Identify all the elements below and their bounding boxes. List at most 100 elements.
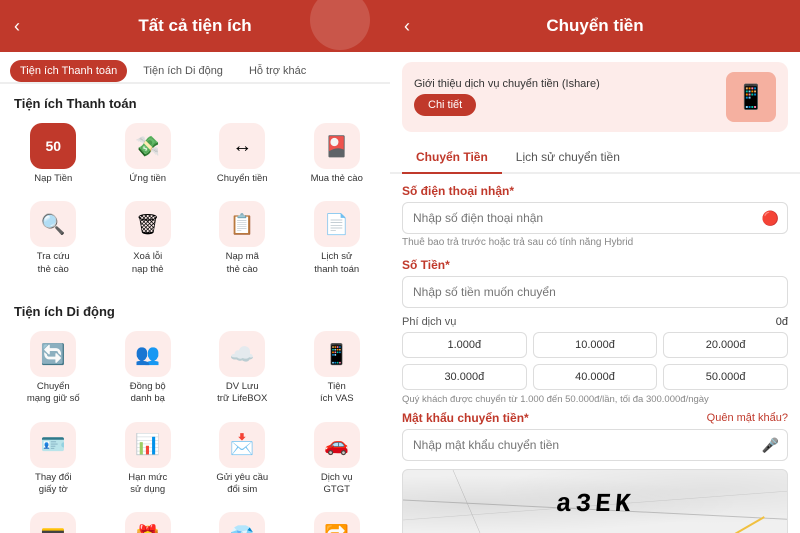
header-decoration (310, 0, 370, 50)
sim-dep-icon: 💎 (219, 512, 265, 533)
fee-label: Phí dịch vụ (402, 316, 456, 328)
moi-chuyen-icon: 🎁 (125, 512, 171, 533)
list-item[interactable]: 50 Nạp Tiền (8, 117, 99, 191)
amount-label: Số Tiền* (402, 258, 788, 272)
captcha-text: a3EK (554, 489, 635, 519)
left-header: ‹ Tất cả tiện ích (0, 0, 390, 52)
left-tabs: Tiện ích Thanh toán Tiện ích Di động Hỗ … (0, 52, 390, 84)
fee-row: Phí dịch vụ 0đ (402, 316, 788, 328)
nap-tien-icon: 50 (30, 123, 76, 169)
right-header: ‹ Chuyển tiền (390, 0, 800, 52)
amount-option-1[interactable]: 10.000đ (533, 332, 658, 358)
password-input-wrap[interactable]: 🎤 (402, 429, 788, 461)
luu-tru-icon: ☁️ (219, 331, 265, 377)
amount-input[interactable] (403, 277, 787, 307)
section1-grid: 50 Nạp Tiền 💸 Ứng tiền ↔ Chuyển tiền 🎴 M… (0, 117, 390, 282)
promo-button[interactable]: Chi tiết (414, 94, 476, 116)
section2-grid: 🔄 Chuyểnmạng giữ số 👥 Đồng bộdanh bạ ☁️ … (0, 325, 390, 533)
mua-the-icon: 🎴 (314, 123, 360, 169)
luu-tru-label: DV Lưutrữ LifeBOX (217, 381, 267, 406)
list-item[interactable]: ☁️ DV Lưutrữ LifeBOX (197, 325, 288, 412)
esim-icon: 🔁 (314, 512, 360, 533)
list-item[interactable]: 👥 Đồng bộdanh bạ (103, 325, 194, 412)
dong-bo-label: Đồng bộdanh bạ (130, 381, 166, 406)
transfer-form: Số điện thoại nhận* 🔴 Thuê bao trả trước… (390, 174, 800, 533)
mua-the-label: Mua thẻ cào (311, 173, 363, 185)
list-item[interactable]: 💎 Sim đẹp (197, 506, 288, 533)
dong-bo-icon: 👥 (125, 331, 171, 377)
promo-image: 📱 (726, 72, 776, 122)
phone-input-wrap[interactable]: 🔴 (402, 202, 788, 234)
chuyen-mang-label: Chuyểnmạng giữ số (27, 381, 80, 406)
nap-ma-label: Nạp mãthẻ cào (226, 251, 259, 276)
amount-input-wrap[interactable] (402, 276, 788, 308)
password-label: Mật khẩu chuyển tiền* (402, 411, 529, 425)
gtgt-icon: 🚗 (314, 422, 360, 468)
gtgt-label: Dịch vụGTGT (321, 472, 353, 497)
forgot-password-link[interactable]: Quên mật khẩu? (707, 412, 788, 424)
xoa-loi-icon: 🗑 (125, 201, 171, 247)
tien-ich-vas-icon: 📱 (314, 331, 360, 377)
list-item[interactable]: 🔁 Đổi Esim (292, 506, 383, 533)
tab-chuyen-tien[interactable]: Chuyển Tiền (402, 142, 502, 174)
list-item[interactable]: 📩 Gửi yêu cầuđổi sim (197, 416, 288, 503)
tab-thanh-toan[interactable]: Tiện ích Thanh toán (10, 60, 127, 82)
phone-hint: Thuê bao trả trước hoặc trả sau có tính … (402, 237, 788, 248)
list-item[interactable]: 🪪 Thay đổigiấy tờ (8, 416, 99, 503)
chuyen-tien-label: Chuyển tiền (217, 173, 268, 185)
captcha-box[interactable]: a3EK (402, 469, 788, 533)
promo-banner: Giới thiệu dịch vụ chuyển tiền (Ishare) … (402, 62, 788, 132)
doi-sim-icon: 📩 (219, 422, 265, 468)
right-title: Chuyển tiền (546, 16, 643, 36)
tra-cuu-icon: 🔍 (30, 201, 76, 247)
list-item[interactable]: 🗑 Xoá lỗinạp thẻ (103, 195, 194, 282)
amount-option-0[interactable]: 1.000đ (402, 332, 527, 358)
section2-title: Tiện ích Di động (0, 294, 390, 325)
thay-doi-icon: 🪪 (30, 422, 76, 468)
tab-lich-su[interactable]: Lịch sử chuyển tiền (502, 142, 634, 174)
list-item[interactable]: 🎁 Mời chuyểntrả sau (103, 506, 194, 533)
right-tabs: Chuyển Tiền Lịch sử chuyển tiền (390, 142, 800, 174)
tab-di-dong[interactable]: Tiện ích Di động (133, 60, 233, 82)
list-item[interactable]: 📊 Hạn mứcsử dụng (103, 416, 194, 503)
quota-text: Quý khách được chuyển từ 1.000 đến 50.00… (402, 394, 788, 405)
amount-option-5[interactable]: 50.000đ (663, 364, 788, 390)
section1-title: Tiện ích Thanh toán (0, 86, 390, 117)
list-item[interactable]: 💸 Ứng tiền (103, 117, 194, 191)
list-item[interactable]: 📋 Nạp mãthẻ cào (197, 195, 288, 282)
password-input[interactable] (403, 430, 762, 460)
phone-icon: 🔴 (754, 210, 787, 227)
promo-text: Giới thiệu dịch vụ chuyển tiền (Ishare) (414, 78, 600, 90)
ung-tien-icon: 💸 (125, 123, 171, 169)
amount-option-2[interactable]: 20.000đ (663, 332, 788, 358)
tab-ho-tro[interactable]: Hỗ trợ khác (239, 60, 316, 82)
phone-label: Số điện thoại nhận* (402, 184, 788, 198)
list-item[interactable]: 🎴 Mua thẻ cào (292, 117, 383, 191)
list-item[interactable]: 💳 Chuyểntrả sau (8, 506, 99, 533)
left-panel: ‹ Tất cả tiện ích Tiện ích Thanh toán Ti… (0, 0, 390, 533)
han-muc-icon: 📊 (125, 422, 171, 468)
list-item[interactable]: 🔍 Tra cứuthẻ cào (8, 195, 99, 282)
thay-doi-label: Thay đổigiấy tờ (35, 472, 71, 497)
lich-su-label: Lịch sửthanh toán (314, 251, 359, 276)
right-back-button[interactable]: ‹ (404, 16, 410, 37)
amount-option-4[interactable]: 40.000đ (533, 364, 658, 390)
promo-content: Giới thiệu dịch vụ chuyển tiền (Ishare) … (414, 78, 600, 116)
doi-sim-label: Gửi yêu cầuđổi sim (216, 472, 268, 497)
left-back-button[interactable]: ‹ (14, 16, 20, 37)
mic-icon: 🎤 (762, 437, 787, 454)
han-muc-label: Hạn mứcsử dụng (128, 472, 167, 497)
chuyen-mang-icon: 🔄 (30, 331, 76, 377)
list-item[interactable]: 🔄 Chuyểnmạng giữ số (8, 325, 99, 412)
list-item[interactable]: 📱 Tiệních VAS (292, 325, 383, 412)
ung-tien-label: Ứng tiền (129, 173, 166, 185)
list-item[interactable]: 🚗 Dịch vụGTGT (292, 416, 383, 503)
phone-input[interactable] (403, 203, 754, 233)
fee-value: 0đ (776, 316, 788, 328)
list-item[interactable]: ↔ Chuyển tiền (197, 117, 288, 191)
tra-cuu-label: Tra cứuthẻ cào (37, 251, 70, 276)
lich-su-icon: 📄 (314, 201, 360, 247)
list-item[interactable]: 📄 Lịch sửthanh toán (292, 195, 383, 282)
amount-option-3[interactable]: 30.000đ (402, 364, 527, 390)
xoa-loi-label: Xoá lỗinạp thẻ (132, 251, 164, 276)
